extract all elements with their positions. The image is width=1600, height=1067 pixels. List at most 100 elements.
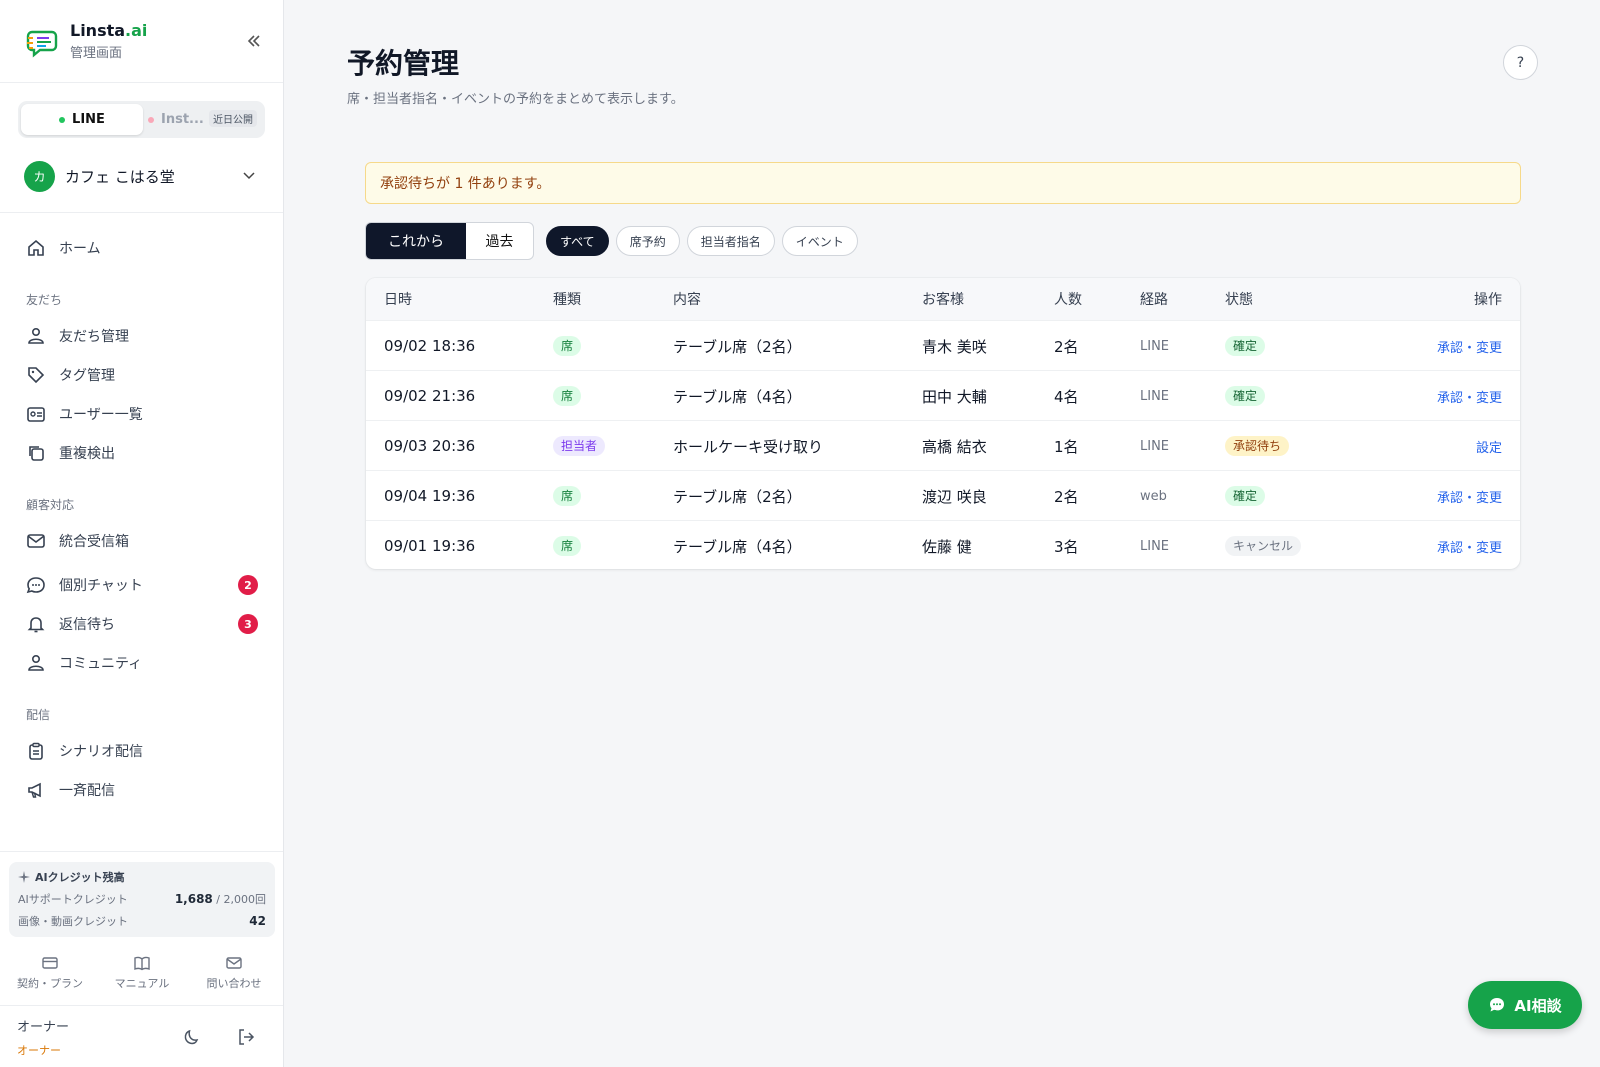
col-status: 状態 [1225, 292, 1253, 308]
channel-instagram-tab[interactable]: Inst... [143, 112, 213, 127]
filter-seat[interactable]: 席予約 [615, 226, 680, 256]
row-status: 確定 [1225, 471, 1266, 521]
row-type: 席 [553, 471, 582, 521]
row-count: 2名 [1054, 487, 1079, 506]
row-action-link[interactable]: 承認・変更 [1437, 371, 1502, 421]
credit-title: AIクレジット残高 [35, 871, 125, 884]
col-count: 人数 [1054, 292, 1082, 308]
row-action-link[interactable]: 設定 [1476, 421, 1502, 471]
col-source: 経路 [1140, 292, 1168, 308]
contact-link[interactable]: 問い合わせ [194, 954, 274, 991]
plan-link[interactable]: 契約・プラン [10, 954, 90, 991]
nav-group-support: 顧客対応 [26, 498, 75, 512]
chevron-down-icon [243, 172, 255, 180]
chat-bubble-icon [26, 576, 45, 593]
sidebar-item-friends[interactable]: 友だち管理 [26, 316, 258, 355]
brand-name: Linsta.ai [70, 21, 148, 40]
shop-selector[interactable]: カ カフェ こはる堂 [24, 159, 259, 193]
ai-consult-button[interactable]: AI相談 [1468, 981, 1582, 1029]
moon-icon[interactable] [182, 1027, 202, 1047]
row-count: 1名 [1054, 437, 1079, 456]
row-type: 席 [553, 321, 582, 371]
brand-header: Linsta.ai 管理画面 [0, 0, 283, 83]
ai-credit-panel: AIクレジット残高 AIサポートクレジット 1,688 / 2,000回 画像・動… [9, 862, 275, 937]
row-count: 2名 [1054, 337, 1079, 356]
home-icon [28, 239, 44, 256]
sidebar-nav: ホーム 友だち 友だち管理 タグ管理 ユーザー一覧 重複検出 顧客対応 統合受信… [0, 228, 283, 809]
brand-subtitle: 管理画面 [70, 46, 123, 61]
row-customer: 青木 美咲 [922, 337, 987, 356]
type-badge: 席 [553, 536, 582, 556]
manual-link[interactable]: マニュアル [102, 954, 182, 991]
user-profile: オーナー オーナー [0, 1005, 283, 1067]
double-chevron-left-icon [247, 35, 260, 47]
mail-icon [27, 533, 45, 548]
row-customer: 田中 大輔 [922, 387, 987, 406]
page-subtitle: 席・担当者指名・イベントの予約をまとめて表示します。 [347, 92, 684, 107]
community-icon [28, 654, 44, 671]
row-content: テーブル席（2名） [673, 337, 802, 356]
table-row: 09/03 20:36 担当者 ホールケーキ受け取り 高橋 結衣 1名 LINE… [366, 420, 1520, 470]
row-status: キャンセル [1225, 521, 1302, 569]
sidebar-item-home[interactable]: ホーム [26, 228, 258, 267]
sidebar-item-tags[interactable]: タグ管理 [26, 355, 258, 394]
row-source: LINE [1140, 338, 1170, 354]
nav-group-delivery: 配信 [26, 708, 51, 722]
bell-icon [27, 616, 45, 632]
row-status: 確定 [1225, 321, 1266, 371]
reservation-table: 日時 種類 内容 お客様 人数 経路 状態 操作 09/02 18:36 席 テ… [366, 278, 1520, 569]
row-date: 09/04 19:36 [384, 487, 476, 505]
type-badge: 席 [553, 486, 582, 506]
sidebar-item-inbox[interactable]: 統合受信箱 [26, 521, 258, 560]
col-customer: お客様 [922, 292, 964, 308]
mail-icon [226, 957, 242, 969]
row-type: 席 [553, 371, 582, 421]
tab-past[interactable]: 過去 [466, 223, 533, 259]
row-source: web [1140, 488, 1167, 504]
sidebar-item-waiting[interactable]: 返信待ち 3 [26, 604, 258, 643]
col-date: 日時 [384, 292, 412, 308]
channel-line-tab[interactable]: LINE [21, 104, 143, 135]
megaphone-icon [28, 782, 41, 798]
row-action-link[interactable]: 承認・変更 [1437, 471, 1502, 521]
status-badge: 確定 [1225, 336, 1266, 356]
id-card-icon [27, 406, 45, 422]
support-credit-label: AIサポートクレジット [18, 893, 128, 906]
row-date: 09/02 18:36 [384, 337, 476, 355]
filter-staff[interactable]: 担当者指名 [686, 226, 775, 256]
sidebar-item-community[interactable]: コミュニティ [26, 643, 258, 682]
sidebar-item-chat[interactable]: 個別チャット 2 [26, 565, 258, 604]
status-badge: 確定 [1225, 486, 1266, 506]
row-count: 3名 [1054, 537, 1079, 556]
type-badge: 席 [553, 386, 582, 406]
logout-icon[interactable] [236, 1027, 256, 1047]
sidebar: Linsta.ai 管理画面 LINE Inst... 近日公開 カ カフェ こ… [0, 0, 284, 1067]
table-row: 09/01 19:36 席 テーブル席（4名） 佐藤 健 3名 LINE キャン… [366, 520, 1520, 569]
sidebar-item-label: ユーザー一覧 [59, 406, 143, 423]
sidebar-item-duplicates[interactable]: 重複検出 [26, 433, 258, 472]
sidebar-item-label: 個別チャット [59, 577, 143, 594]
logo-icon [26, 30, 58, 58]
row-action-link[interactable]: 承認・変更 [1437, 521, 1502, 569]
row-action-link[interactable]: 承認・変更 [1437, 321, 1502, 371]
filter-all[interactable]: すべて [546, 226, 609, 256]
row-source: LINE [1140, 538, 1170, 554]
row-type: 担当者 [553, 421, 606, 471]
row-content: テーブル席（4名） [673, 537, 802, 556]
filter-chips: すべて 席予約 担当者指名 イベント [546, 226, 858, 256]
row-customer: 高橋 結衣 [922, 437, 987, 456]
sidebar-item-scenario[interactable]: シナリオ配信 [26, 731, 258, 770]
sidebar-footer: AIクレジット残高 AIサポートクレジット 1,688 / 2,000回 画像・動… [0, 851, 283, 1067]
shop-avatar: カ [24, 160, 55, 192]
sidebar-item-users[interactable]: ユーザー一覧 [26, 394, 258, 433]
time-segment: これから 過去 [365, 222, 534, 260]
sidebar-item-broadcast[interactable]: 一斉配信 [26, 770, 258, 809]
chat-bubble-icon [1490, 998, 1505, 1012]
collapse-sidebar-button[interactable] [241, 28, 267, 54]
quick-links: 契約・プラン マニュアル 問い合わせ [0, 954, 283, 991]
help-button[interactable]: ? [1503, 45, 1538, 80]
tab-upcoming[interactable]: これから [366, 223, 466, 259]
sidebar-item-label: タグ管理 [59, 367, 115, 384]
row-content: テーブル席（2名） [673, 487, 802, 506]
filter-event[interactable]: イベント [781, 226, 858, 256]
